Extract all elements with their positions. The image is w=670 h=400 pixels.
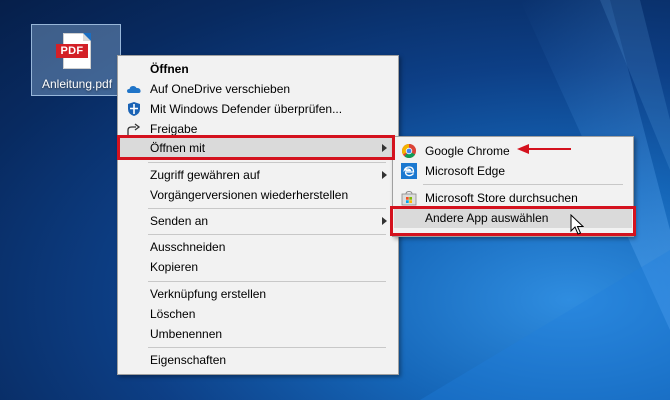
- pdf-file-icon: PDF: [56, 33, 91, 69]
- menu-item-cut[interactable]: Ausschneiden: [119, 237, 397, 257]
- submenu-item-choose-another-app[interactable]: Andere App auswählen: [394, 208, 632, 228]
- menu-item-delete[interactable]: Löschen: [119, 304, 397, 324]
- menu-separator: [148, 162, 386, 163]
- menu-separator: [148, 234, 386, 235]
- submenu-arrow-icon: [382, 217, 387, 225]
- desktop-file-icon-selected[interactable]: PDF Anleitung.pdf: [31, 24, 121, 96]
- google-chrome-icon: [402, 144, 416, 159]
- microsoft-store-icon: [401, 190, 417, 206]
- menu-separator: [148, 347, 386, 348]
- open-with-submenu: Google Chrome Microsoft Edge Microsoft S…: [392, 136, 634, 237]
- submenu-separator: [423, 184, 623, 185]
- submenu-item-microsoft-store[interactable]: Microsoft Store durchsuchen: [394, 188, 632, 208]
- menu-item-open[interactable]: Öffnen: [119, 59, 397, 79]
- menu-item-copy[interactable]: Kopieren: [119, 257, 397, 277]
- menu-item-restore-previous-versions[interactable]: Vorgängerversionen wiederherstellen: [119, 185, 397, 205]
- menu-item-create-shortcut[interactable]: Verknüpfung erstellen: [119, 284, 397, 304]
- menu-separator: [148, 208, 386, 209]
- submenu-arrow-icon: [382, 171, 387, 179]
- microsoft-edge-icon: [401, 163, 417, 179]
- submenu-arrow-icon: [382, 144, 387, 152]
- pdf-badge: PDF: [56, 44, 88, 58]
- share-icon: [127, 123, 141, 135]
- windows-defender-icon: [128, 102, 140, 116]
- menu-item-rename[interactable]: Umbenennen: [119, 324, 397, 344]
- submenu-item-microsoft-edge[interactable]: Microsoft Edge: [394, 161, 632, 181]
- menu-item-move-to-onedrive[interactable]: Auf OneDrive verschieben: [119, 79, 397, 99]
- menu-item-send-to[interactable]: Senden an: [119, 211, 397, 231]
- red-arrow-icon: [517, 144, 571, 154]
- onedrive-icon: [127, 86, 141, 93]
- menu-item-open-with[interactable]: Öffnen mit: [119, 138, 397, 158]
- desktop-file-label: Anleitung.pdf: [41, 77, 113, 91]
- menu-item-share[interactable]: Freigabe: [119, 119, 397, 139]
- menu-item-give-access-to[interactable]: Zugriff gewähren auf: [119, 165, 397, 185]
- submenu-item-google-chrome[interactable]: Google Chrome: [394, 141, 632, 161]
- menu-item-windows-defender-scan[interactable]: Mit Windows Defender überprüfen...: [119, 99, 397, 119]
- menu-item-properties[interactable]: Eigenschaften: [119, 350, 397, 370]
- mouse-cursor-icon: [570, 214, 584, 235]
- context-menu: Öffnen Auf OneDrive verschieben Mit Wind…: [117, 55, 399, 375]
- menu-separator: [148, 281, 386, 282]
